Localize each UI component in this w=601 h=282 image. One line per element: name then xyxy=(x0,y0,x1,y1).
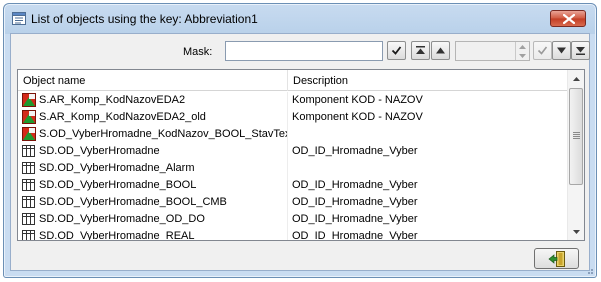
title-bar[interactable]: List of objects using the key: Abbreviat… xyxy=(4,4,596,32)
exit-door-icon xyxy=(548,251,565,267)
resize-grip-icon[interactable] xyxy=(584,265,594,275)
description-cell: OD_ID_Hromadne_Vyber xyxy=(292,230,418,241)
object-name: SD.OD_VyberHromadne_Alarm xyxy=(39,162,195,174)
checkmark-icon xyxy=(537,46,548,55)
object-name: SD.OD_VyberHromadne_REAL xyxy=(39,230,195,241)
object-name: S.AR_Komp_KodNazovEDA2 xyxy=(39,94,186,106)
object-name: S.AR_Komp_KodNazovEDA2_old xyxy=(39,111,206,123)
list-row[interactable]: SD.OD_VyberHromadne_Alarm xyxy=(18,160,568,177)
object-name-cell: S.OD_VyberHromadne_KodNazov_BOOL_StavTex… xyxy=(18,126,288,143)
arrow-to-bottom-icon xyxy=(576,47,585,55)
structure-definition-icon xyxy=(22,230,35,240)
description-cell: OD_ID_Hromadne_Vyber xyxy=(292,179,418,191)
vertical-scrollbar[interactable] xyxy=(567,70,584,240)
list-row[interactable]: S.OD_VyberHromadne_KodNazov_BOOL_StavTex… xyxy=(18,126,568,143)
description-cell: Komponent KOD - NAZOV xyxy=(292,111,423,123)
spinner-buttons[interactable] xyxy=(515,42,529,60)
close-button[interactable] xyxy=(550,10,586,27)
dialog-window: List of objects using the key: Abbreviat… xyxy=(3,3,597,278)
move-to-top-button[interactable] xyxy=(411,41,430,60)
object-name-cell: S.AR_Komp_KodNazovEDA2_old xyxy=(18,109,288,126)
mask-label: Mask: xyxy=(183,46,213,58)
description-cell: OD_ID_Hromadne_Vyber xyxy=(292,196,418,208)
scroll-down-button[interactable] xyxy=(568,223,584,240)
list-row[interactable]: SD.OD_VyberHromadne_BOOL OD_ID_Hromadne_… xyxy=(18,177,568,194)
object-name-cell: SD.OD_VyberHromadne xyxy=(18,143,288,160)
mask-input[interactable] xyxy=(225,41,383,61)
arrow-down-icon xyxy=(557,47,566,54)
object-name-cell: S.AR_Komp_KodNazovEDA2 xyxy=(18,92,288,109)
checkmark-icon xyxy=(391,46,402,55)
object-name: SD.OD_VyberHromadne_BOOL xyxy=(39,179,197,191)
list-rows: S.AR_Komp_KodNazovEDA2 Komponent KOD - N… xyxy=(18,92,568,241)
move-to-bottom-button[interactable] xyxy=(571,41,590,60)
close-icon xyxy=(563,14,575,24)
column-header-description[interactable]: Description xyxy=(288,70,568,91)
scroll-grip-icon xyxy=(573,132,580,139)
list-window-icon xyxy=(12,12,26,25)
structure-definition-icon xyxy=(22,162,35,174)
objects-list[interactable]: Object name Description S.AR_Komp_KodNaz… xyxy=(17,69,585,241)
window-title: List of objects using the key: Abbreviat… xyxy=(31,12,258,26)
exit-button[interactable] xyxy=(534,248,579,269)
object-name: SD.OD_VyberHromadne_BOOL_CMB xyxy=(39,196,227,208)
list-row[interactable]: SD.OD_VyberHromadne OD_ID_Hromadne_Vyber xyxy=(18,143,568,160)
arrow-up-icon xyxy=(436,47,445,54)
move-up-button[interactable] xyxy=(431,41,450,60)
description-cell xyxy=(288,160,568,177)
list-row[interactable]: SD.OD_VyberHromadne_BOOL_CMB OD_ID_Hroma… xyxy=(18,194,568,211)
scroll-thumb[interactable] xyxy=(569,88,583,185)
object-name: SD.OD_VyberHromadne_OD_DO xyxy=(39,213,205,225)
list-row[interactable]: S.AR_Komp_KodNazovEDA2 Komponent KOD - N… xyxy=(18,92,568,109)
list-row[interactable]: SD.OD_VyberHromadne_OD_DO OD_ID_Hromadne… xyxy=(18,211,568,228)
structure-definition-icon xyxy=(22,145,35,157)
structure-definition-icon xyxy=(22,213,35,225)
object-name: SD.OD_VyberHromadne xyxy=(39,145,160,157)
dialog-client-area: Mask: Object name Description S.AR_Komp_… xyxy=(10,33,590,271)
structure-definition-icon xyxy=(22,196,35,208)
structure-definition-icon xyxy=(22,179,35,191)
alarm-object-icon xyxy=(22,110,36,124)
column-header-object-name[interactable]: Object name xyxy=(18,70,288,91)
list-header: Object name Description xyxy=(18,70,568,91)
description-cell: OD_ID_Hromadne_Vyber xyxy=(292,145,418,157)
object-name-cell: SD.OD_VyberHromadne_BOOL_CMB xyxy=(18,194,288,211)
alarm-object-icon xyxy=(22,127,36,141)
list-row[interactable]: S.AR_Komp_KodNazovEDA2_old Komponent KOD… xyxy=(18,109,568,126)
confirm-row-button[interactable] xyxy=(533,41,552,60)
object-name-cell: SD.OD_VyberHromadne_BOOL xyxy=(18,177,288,194)
object-name-cell: SD.OD_VyberHromadne_Alarm xyxy=(18,160,288,177)
spin-up-icon[interactable] xyxy=(516,42,529,51)
object-name-cell: SD.OD_VyberHromadne_REAL xyxy=(18,228,288,241)
object-name: S.OD_VyberHromadne_KodNazov_BOOL_StavTex… xyxy=(39,128,288,140)
row-number-spinner[interactable] xyxy=(455,41,530,61)
move-down-button[interactable] xyxy=(552,41,571,60)
alarm-object-icon xyxy=(22,93,36,107)
description-cell: OD_ID_Hromadne_Vyber xyxy=(292,213,418,225)
scroll-up-arrow-icon xyxy=(572,76,580,81)
list-row[interactable]: SD.OD_VyberHromadne_REAL OD_ID_Hromadne_… xyxy=(18,228,568,241)
scroll-down-arrow-icon xyxy=(572,229,580,234)
scroll-up-button[interactable] xyxy=(568,70,584,87)
arrow-to-top-icon xyxy=(416,46,425,54)
object-name-cell: SD.OD_VyberHromadne_OD_DO xyxy=(18,211,288,228)
spin-down-icon[interactable] xyxy=(516,51,529,60)
description-cell: Komponent KOD - NAZOV xyxy=(292,94,423,106)
apply-mask-button[interactable] xyxy=(387,41,406,60)
description-cell xyxy=(288,126,568,143)
